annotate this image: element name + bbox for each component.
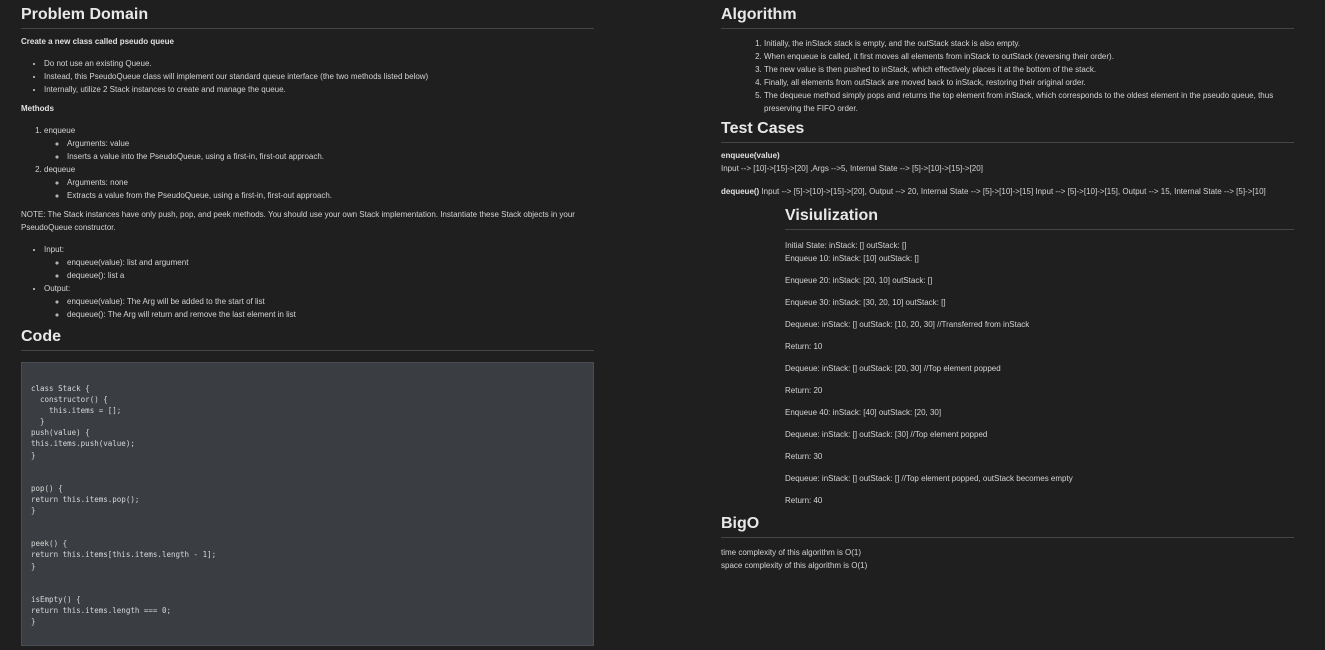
viz-line: Initial State: inStack: [] outStack: [] (785, 241, 907, 250)
list-item: Finally, all elements from outStack are … (764, 76, 1294, 89)
method-enqueue: enqueue Arguments: value Inserts a value… (44, 124, 594, 163)
list-item: Initially, the inStack stack is empty, a… (764, 37, 1294, 50)
methods-label: Methods (21, 104, 54, 113)
problem-bullets: Do not use an existing Queue. Instead, t… (21, 57, 594, 96)
io-label: Input: (44, 245, 65, 254)
viz-line: Dequeue: inStack: [] outStack: [30] //To… (785, 430, 988, 439)
list-item: dequeue(): list a (67, 269, 594, 282)
viz-line: Dequeue: inStack: [] outStack: [10, 20, … (785, 320, 1030, 329)
algorithm-heading: Algorithm (721, 5, 1294, 29)
viz-line: Dequeue: inStack: [] outStack: [] //Top … (785, 474, 1073, 483)
viz-line: Enqueue 10: inStack: [10] outStack: [] (785, 254, 919, 263)
viz-line: Return: 10 (785, 342, 823, 351)
time-complexity: time complexity of this algorithm is O(1… (721, 548, 862, 557)
list-item: The dequeue method simply pops and retur… (764, 89, 1294, 115)
problem-domain-heading: Problem Domain (21, 5, 594, 29)
io-input: Input: enqueue(value): list and argument… (44, 243, 594, 282)
list-item: Extracts a value from the PseudoQueue, u… (67, 189, 594, 202)
io-list: Input: enqueue(value): list and argument… (21, 243, 594, 321)
list-item: Arguments: none (67, 176, 594, 189)
list-item: Internally, utilize 2 Stack instances to… (44, 83, 594, 96)
code-block: class Stack { constructor() { this.items… (21, 362, 594, 646)
viz-line: Return: 30 (785, 452, 823, 461)
code-heading: Code (21, 327, 594, 351)
space-complexity: space complexity of this algorithm is O(… (721, 561, 868, 570)
viz-line: Return: 40 (785, 496, 823, 505)
right-column: Algorithm Initially, the inStack stack i… (721, 0, 1294, 572)
viz-line: Enqueue 20: inStack: [20, 10] outStack: … (785, 276, 933, 285)
viz-line: Enqueue 30: inStack: [30, 20, 10] outSta… (785, 298, 946, 307)
test-dequeue-label: dequeue() (721, 187, 760, 196)
list-item: Arguments: value (67, 137, 594, 150)
method-name: enqueue (44, 126, 76, 135)
test-enqueue: enqueue(value) Input --> [10]->[15]->[20… (721, 149, 1294, 175)
io-output: Output: enqueue(value): The Arg will be … (44, 282, 594, 321)
stack-note: NOTE: The Stack instances have only push… (21, 210, 575, 232)
list-item: enqueue(value): list and argument (67, 256, 594, 269)
left-column: Problem Domain Create a new class called… (21, 0, 594, 646)
visualization-section: Visiulization Initial State: inStack: []… (785, 206, 1294, 507)
viz-line: Enqueue 40: inStack: [40] outStack: [20,… (785, 408, 942, 417)
list-item: Inserts a value into the PseudoQueue, us… (67, 150, 594, 163)
bigo-heading: BigO (721, 514, 1294, 538)
method-dequeue: dequeue Arguments: none Extracts a value… (44, 163, 594, 202)
list-item: dequeue(): The Arg will return and remov… (67, 308, 594, 321)
io-label: Output: (44, 284, 71, 293)
list-item: enqueue(value): The Arg will be added to… (67, 295, 594, 308)
test-dequeue-text: Input --> [5]->[10]->[15]->[20], Output … (759, 187, 1266, 196)
list-item: Do not use an existing Queue. (44, 57, 594, 70)
algorithm-steps: Initially, the inStack stack is empty, a… (721, 37, 1294, 115)
bigo-text: time complexity of this algorithm is O(1… (721, 546, 1294, 572)
test-enqueue-label: enqueue(value) (721, 151, 780, 160)
list-item: The new value is then pushed to inStack,… (764, 63, 1294, 76)
visualization-heading: Visiulization (785, 206, 1294, 230)
problem-intro: Create a new class called pseudo queue (21, 37, 174, 46)
viz-line: Dequeue: inStack: [] outStack: [20, 30] … (785, 364, 1001, 373)
test-enqueue-text: Input --> [10]->[15]->[20] ,Args -->5, I… (721, 164, 983, 173)
list-item: Instead, this PseudoQueue class will imp… (44, 70, 594, 83)
viz-initial: Initial State: inStack: [] outStack: [] … (785, 239, 1294, 265)
test-dequeue: dequeue() Input --> [5]->[10]->[15]->[20… (721, 185, 1294, 198)
methods-list: enqueue Arguments: value Inserts a value… (21, 124, 594, 202)
list-item: When enqueue is called, it first moves a… (764, 50, 1294, 63)
test-cases-heading: Test Cases (721, 119, 1294, 143)
method-name: dequeue (44, 165, 76, 174)
viz-line: Return: 20 (785, 386, 823, 395)
